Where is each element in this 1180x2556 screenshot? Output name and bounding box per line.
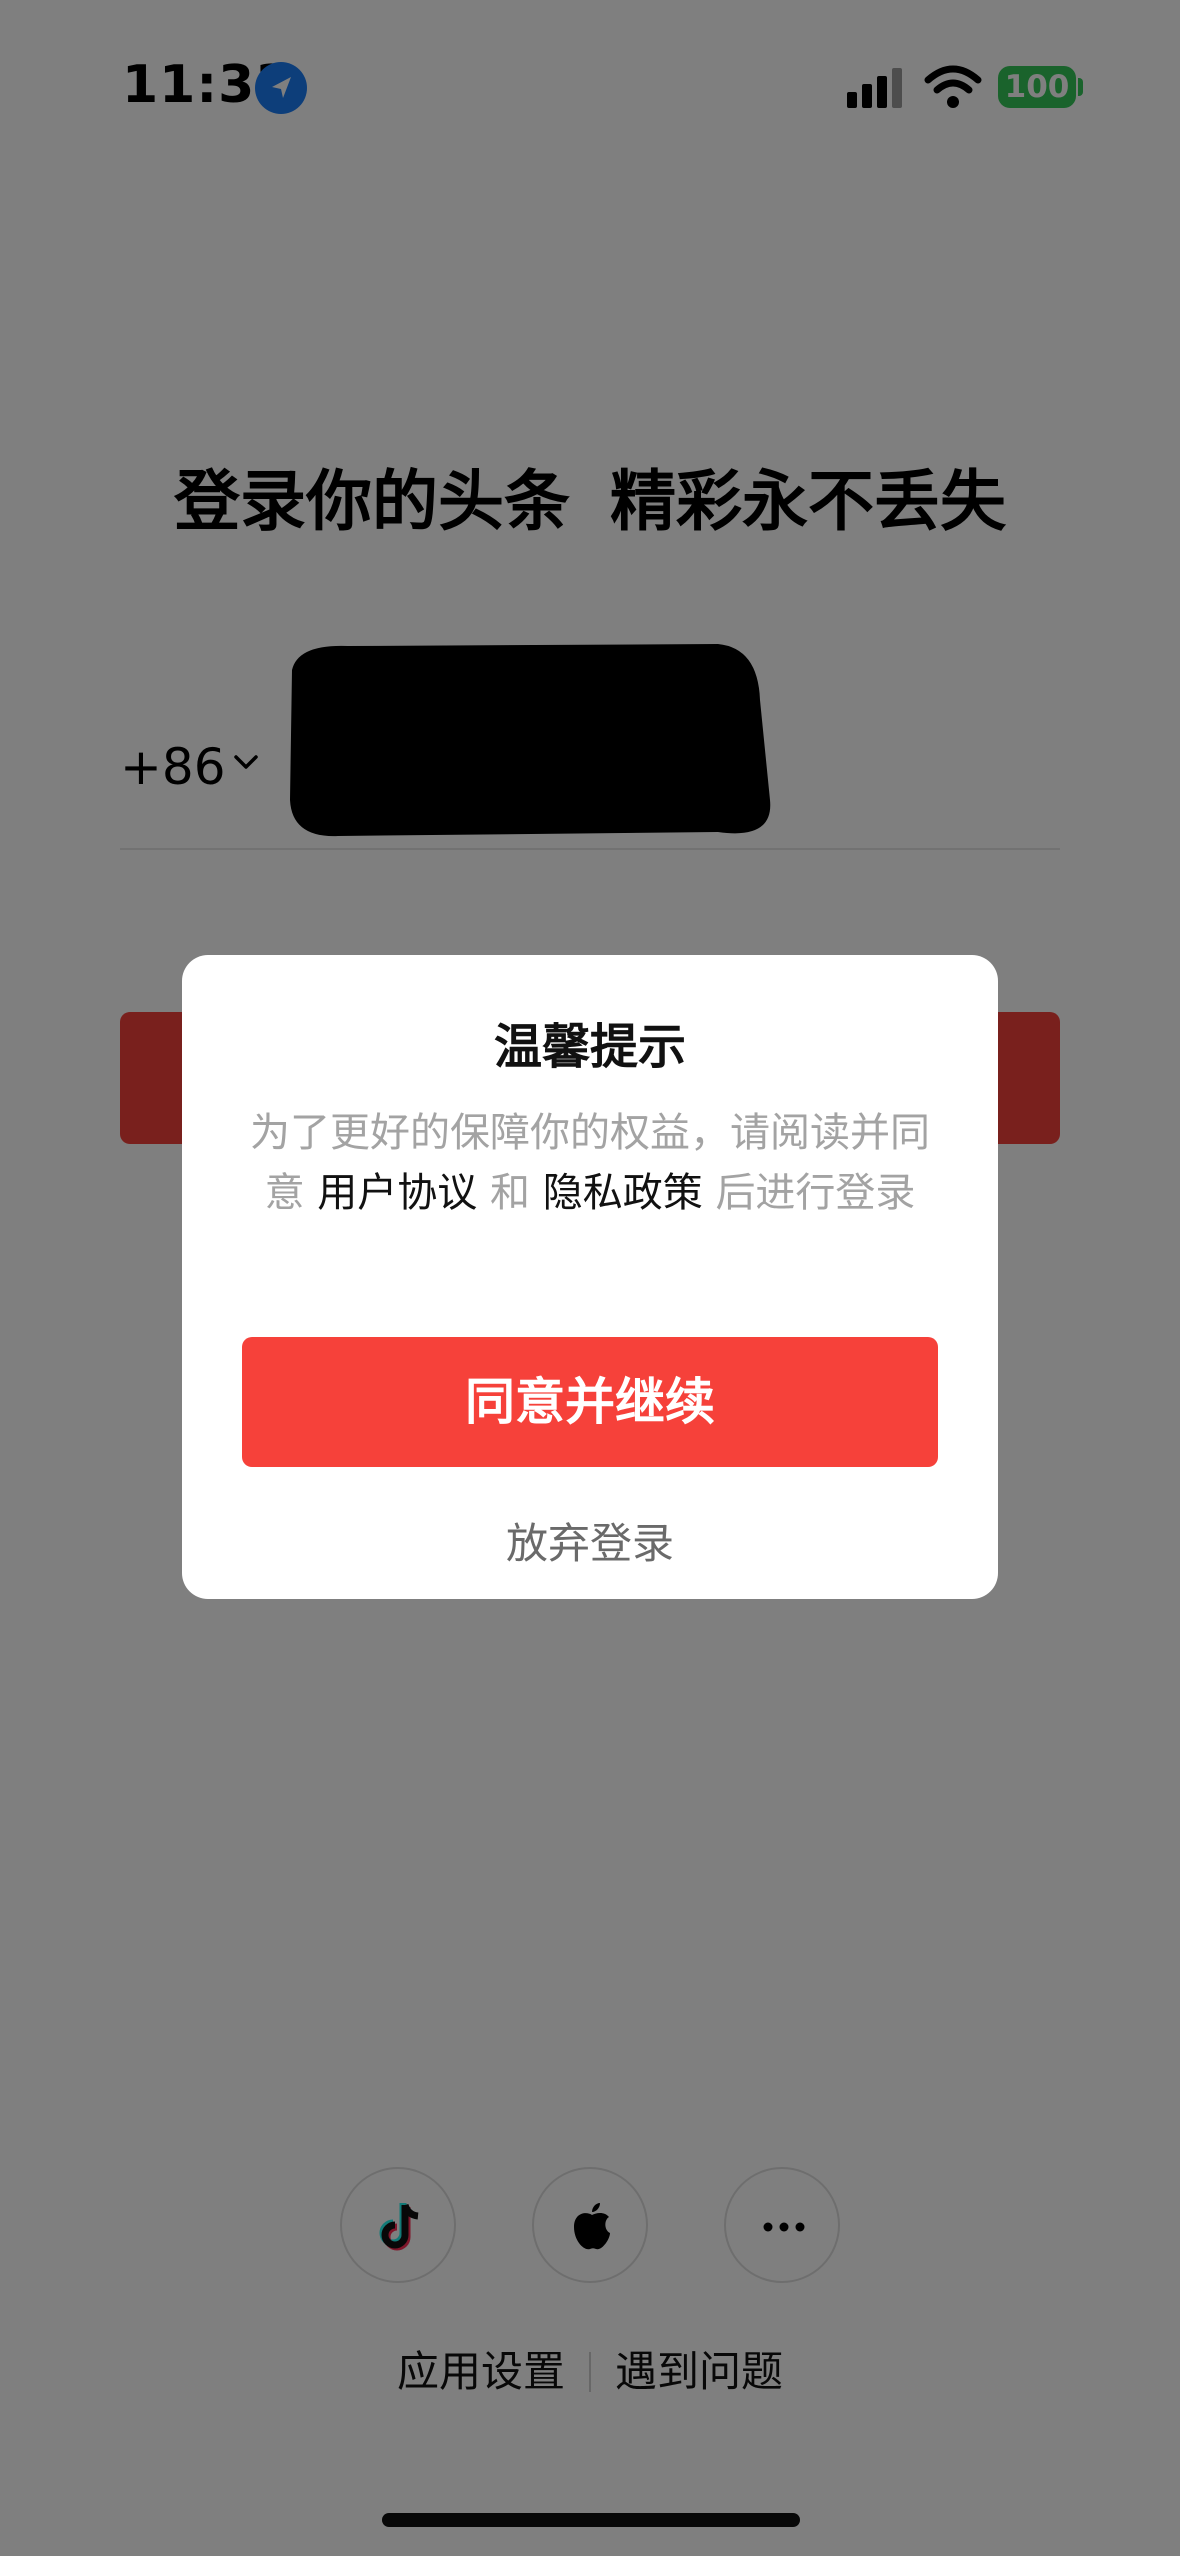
dialog-message-suffix: 后进行登录 (715, 1170, 916, 1216)
user-agreement-link[interactable]: 用户协议 (317, 1170, 477, 1216)
dialog-title: 温馨提示 (493, 1019, 686, 1075)
dialog-message-and: 和 (490, 1170, 530, 1216)
abandon-login-button[interactable]: 放弃登录 (182, 1510, 998, 1571)
consent-dialog: 温馨提示 为了更好的保障你的权益，请阅读并同意 用户协议 和 隐私政策 后进行登… (182, 955, 998, 1599)
privacy-policy-link[interactable]: 隐私政策 (543, 1170, 703, 1216)
agree-continue-button[interactable]: 同意并继续 (242, 1337, 938, 1467)
dialog-message: 为了更好的保障你的权益，请阅读并同意 用户协议 和 隐私政策 后进行登录 (242, 1103, 938, 1223)
